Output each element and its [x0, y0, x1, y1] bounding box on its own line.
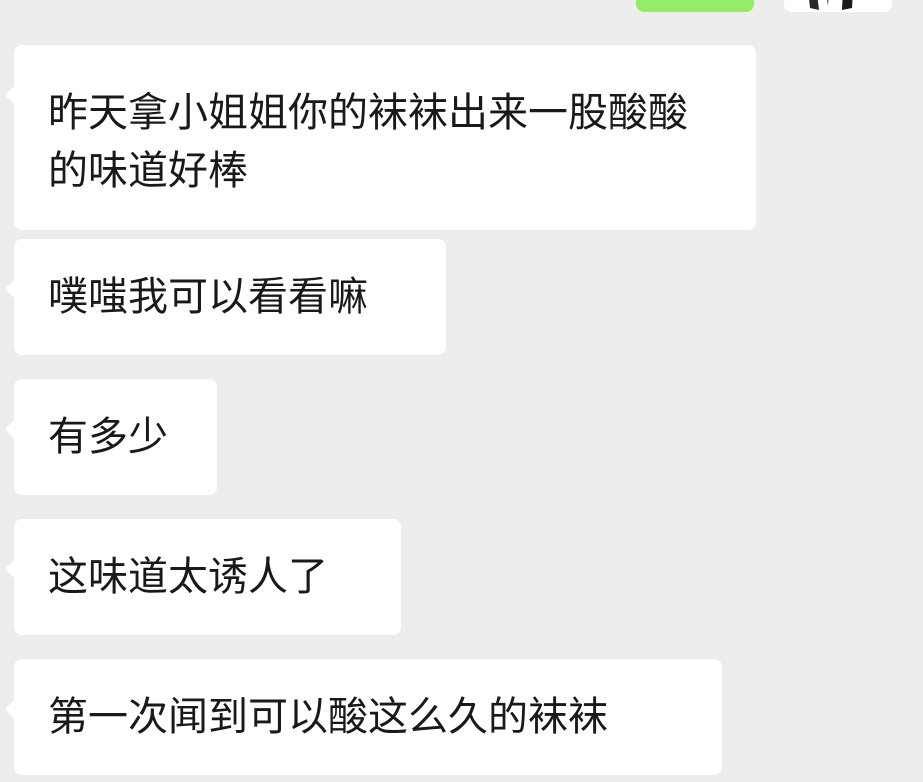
received-message-bubble[interactable]: 有多少 [5, 379, 217, 495]
message-text: 第一次闻到可以酸这么久的袜袜 [48, 694, 608, 740]
received-message-bubble[interactable]: 第一次闻到可以酸这么久的袜袜 [5, 659, 722, 775]
avatar-image [784, 0, 892, 12]
avatar[interactable] [784, 0, 892, 12]
received-message-bubble[interactable]: 这味道太诱人了 [5, 519, 401, 635]
received-message-bubble[interactable]: 昨天拿小姐姐你的袜袜出来一股酸酸的味道好棒 [5, 45, 756, 230]
message-text: 噗嗤我可以看看嘛 [48, 274, 368, 320]
sent-message-bubble[interactable] [636, 0, 754, 12]
message-text: 这味道太诱人了 [48, 554, 328, 600]
message-text: 昨天拿小姐姐你的袜袜出来一股酸酸的味道好棒 [48, 90, 688, 194]
message-text: 有多少 [48, 414, 168, 460]
received-message-bubble[interactable]: 噗嗤我可以看看嘛 [5, 239, 446, 355]
